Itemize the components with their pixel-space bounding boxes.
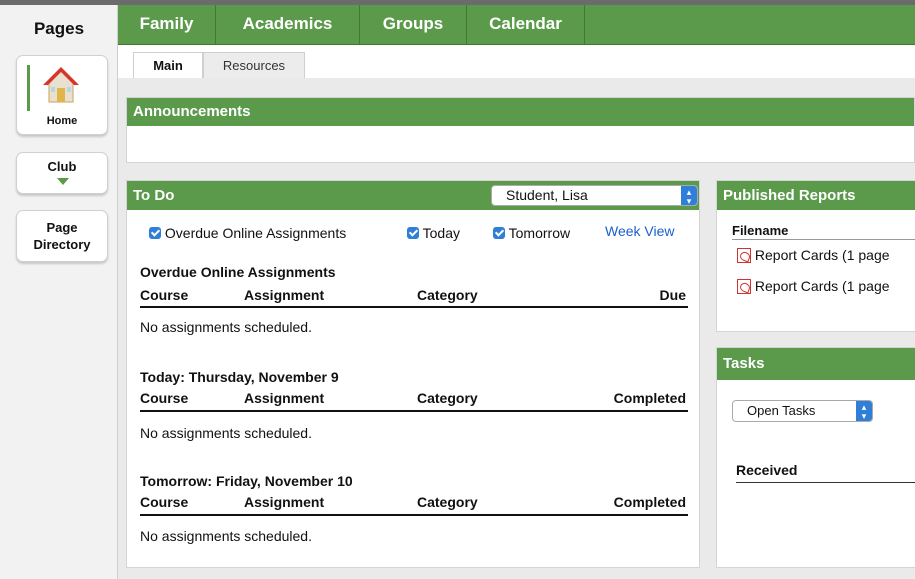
sidebar-item-label: Club <box>47 159 77 174</box>
report-file-link[interactable]: Report Cards (1 page <box>737 247 890 263</box>
sidebar-item-label: Home <box>46 115 78 127</box>
report-file-link[interactable]: Report Cards (1 page <box>737 278 890 294</box>
reports-title: Published Reports <box>717 181 915 210</box>
tasks-select-value: Open Tasks <box>747 403 816 418</box>
divider <box>732 239 915 240</box>
active-indicator <box>27 65 30 111</box>
tasks-panel: Tasks Open Tasks ▴ ▾ Received <box>716 347 915 568</box>
column-header: Due <box>659 287 686 303</box>
column-header: Completed <box>613 494 686 510</box>
pdf-icon <box>737 279 751 294</box>
subtab-resources[interactable]: Resources <box>203 52 305 78</box>
column-header: Course <box>140 494 189 510</box>
divider <box>140 514 688 516</box>
pdf-icon <box>737 248 751 263</box>
column-header: Category <box>417 287 478 303</box>
divider <box>140 410 688 412</box>
report-file-name: Report Cards (1 page <box>754 278 890 294</box>
tasks-filter-select[interactable]: Open Tasks ▴ ▾ <box>732 400 873 422</box>
student-select-value: Student, Lisa <box>506 187 588 203</box>
label-line-2: Directory <box>33 237 91 252</box>
column-header: Course <box>140 390 189 406</box>
todo-panel: To Do Student, Lisa ▴ ▾ Overdue Online As… <box>126 180 700 568</box>
announcements-title: Announcements <box>127 98 914 126</box>
section-heading: Tomorrow: Friday, November 10 <box>140 473 353 489</box>
filter-overdue[interactable]: Overdue Online Assignments <box>149 225 346 241</box>
sidebar-item-label: Page Directory <box>17 219 107 253</box>
house-icon <box>43 67 79 103</box>
column-header: Received <box>736 462 798 478</box>
top-nav: Family Academics Groups Calendar <box>118 5 915 45</box>
column-header: Filename <box>732 223 789 238</box>
subtab-main[interactable]: Main <box>133 52 203 78</box>
column-header: Assignment <box>244 287 325 303</box>
column-header: Assignment <box>244 494 325 510</box>
column-header: Completed <box>613 390 686 406</box>
empty-message: No assignments scheduled. <box>140 528 312 544</box>
sidebar-item-home[interactable]: Home <box>16 55 108 135</box>
chevron-down-icon <box>57 178 69 185</box>
empty-message: No assignments scheduled. <box>140 319 312 335</box>
sidebar-item-club[interactable]: Club <box>16 152 108 194</box>
report-file-name: Report Cards (1 page <box>754 247 890 263</box>
label-line-1: Page <box>46 220 78 235</box>
column-header: Course <box>140 287 189 303</box>
select-arrows-icon: ▴ ▾ <box>681 186 697 206</box>
divider <box>736 482 915 483</box>
checkbox-checked-icon <box>407 227 419 239</box>
filter-today-label: Today <box>422 225 460 241</box>
section-heading: Today: Thursday, November 9 <box>140 369 339 385</box>
tasks-title: Tasks <box>717 348 915 380</box>
checkbox-checked-icon <box>149 227 161 239</box>
divider <box>140 306 688 308</box>
column-header: Category <box>417 494 478 510</box>
select-arrows-icon: ▴ ▾ <box>856 401 872 421</box>
tab-calendar[interactable]: Calendar <box>467 5 585 45</box>
filter-tomorrow[interactable]: Tomorrow <box>493 225 570 241</box>
checkbox-checked-icon <box>493 227 505 239</box>
sidebar-item-page-directory[interactable]: Page Directory <box>16 210 108 262</box>
filter-tomorrow-label: Tomorrow <box>508 225 571 241</box>
filter-overdue-label: Overdue Online Assignments <box>164 225 347 241</box>
tab-groups[interactable]: Groups <box>360 5 467 45</box>
student-select[interactable]: Student, Lisa ▴ ▾ <box>491 185 698 206</box>
tab-family[interactable]: Family <box>118 5 216 45</box>
sidebar-title: Pages <box>33 19 85 38</box>
column-header: Assignment <box>244 390 325 406</box>
sidebar: Pages Home Club Page Directory <box>0 5 118 579</box>
week-view-link[interactable]: Week View <box>605 223 675 239</box>
tab-academics[interactable]: Academics <box>216 5 360 45</box>
announcements-panel: Announcements <box>126 97 915 163</box>
section-heading: Overdue Online Assignments <box>140 264 336 280</box>
reports-panel: Published Reports Filename Report Cards … <box>716 180 915 332</box>
empty-message: No assignments scheduled. <box>140 425 312 441</box>
filter-today[interactable]: Today <box>407 225 460 241</box>
column-header: Category <box>417 390 478 406</box>
